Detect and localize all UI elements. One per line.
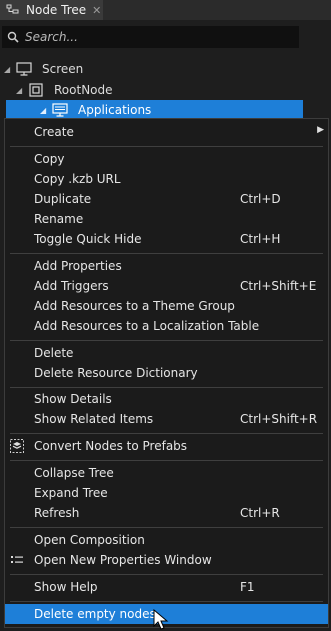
submenu-arrow-icon: ▶ [317,125,324,135]
close-icon[interactable]: ✕ [92,5,101,16]
menu-item-show-details[interactable]: Show Details [5,389,328,409]
menu-item-label: Add Triggers [34,279,109,293]
tree-node-label: Applications [78,103,152,117]
menu-item-shortcut: Ctrl+Shift+R [240,412,318,426]
menu-item-refresh[interactable]: Refresh Ctrl+R [5,503,328,523]
tree-node-label: Screen [42,62,84,76]
menu-item-add-properties[interactable]: Add Properties [5,256,328,276]
menu-item-label: Open New Properties Window [34,553,212,567]
menu-separator [10,574,323,575]
menu-item-add-resources-theme-group[interactable]: Add Resources to a Theme Group [5,296,328,316]
menu-item-label: Expand Tree [34,486,108,500]
menu-item-label: Copy .kzb URL [34,172,121,186]
search-input[interactable]: Search... [2,26,299,48]
menu-item-shortcut: Ctrl+Shift+E [240,279,317,293]
menu-separator [10,527,323,528]
menu-item-label: Show Related Items [34,412,154,426]
menu-item-label: Collapse Tree [34,466,114,480]
menu-item-convert-nodes-to-prefabs[interactable]: Convert Nodes to Prefabs [5,436,328,456]
search-icon [7,31,19,43]
tree-node-rootnode[interactable]: ◢ RootNode [16,80,113,100]
menu-separator [10,460,323,461]
menu-separator [10,433,323,434]
menu-item-label: Refresh [34,506,80,520]
menu-item-rename[interactable]: Rename [5,209,328,229]
expander-icon[interactable]: ◢ [16,86,26,95]
menu-item-label: Show Help [34,580,98,594]
menu-item-label: Show Details [34,392,112,406]
menu-item-create[interactable]: Create ▶ [5,122,328,142]
square-node-icon [29,83,43,97]
expander-icon[interactable]: ◢ [40,106,50,115]
panel-tabstrip: Node Tree ✕ [0,0,331,20]
menu-item-delete[interactable]: Delete [5,343,328,363]
menu-item-show-help[interactable]: Show Help F1 [5,577,328,597]
expander-icon[interactable]: ◢ [4,65,14,74]
node-tree-icon [6,4,19,14]
menu-item-label: Create [34,125,74,139]
menu-item-label: Copy [34,152,65,166]
menu-item-label: Add Properties [34,259,122,273]
menu-item-label: Toggle Quick Hide [34,232,142,246]
menu-item-label: Add Resources to a Theme Group [34,299,235,313]
menu-item-label: Convert Nodes to Prefabs [34,439,188,453]
menu-item-add-triggers[interactable]: Add Triggers Ctrl+Shift+E [5,276,328,296]
menu-item-label: Rename [34,212,84,226]
menu-item-toggle-quick-hide[interactable]: Toggle Quick Hide Ctrl+H [5,229,328,249]
menu-item-label: Delete Resource Dictionary [34,366,198,380]
list-icon [11,556,23,563]
menu-item-duplicate[interactable]: Duplicate Ctrl+D [5,189,328,209]
tab-node-tree[interactable]: Node Tree ✕ [0,0,103,20]
menu-separator [10,387,323,388]
menu-item-label: Add Resources to a Localization Table [34,319,260,333]
monitor-icon [52,103,68,117]
menu-separator [10,146,323,147]
monitor-icon [16,62,32,76]
menu-item-open-composition[interactable]: Open Composition [5,530,328,550]
tree-node-applications[interactable]: ◢ Applications [6,100,303,120]
context-menu: Create ▶ Copy Copy .kzb URL Duplicate Ct… [4,118,329,628]
menu-item-delete-resource-dictionary[interactable]: Delete Resource Dictionary [5,363,328,383]
tab-label: Node Tree [26,3,87,17]
menu-item-shortcut: Ctrl+D [240,192,281,206]
menu-item-shortcut: F1 [240,580,255,594]
menu-item-open-new-properties-window[interactable]: Open New Properties Window [5,550,328,570]
menu-separator [10,601,323,602]
search-placeholder: Search... [25,30,78,44]
menu-item-label: Duplicate [34,192,92,206]
menu-item-add-resources-localization-table[interactable]: Add Resources to a Localization Table [5,316,328,336]
menu-item-shortcut: Ctrl+R [240,506,280,520]
mouse-cursor-icon [153,609,169,630]
tree-node-label: RootNode [54,83,113,97]
menu-item-copy-kzb-url[interactable]: Copy .kzb URL [5,169,328,189]
menu-item-collapse-tree[interactable]: Collapse Tree [5,463,328,483]
menu-separator [10,253,323,254]
menu-item-label: Delete empty nodes [34,607,156,621]
menu-item-copy[interactable]: Copy [5,149,328,169]
tree-node-screen[interactable]: ◢ Screen [4,59,83,79]
menu-item-label: Open Composition [34,533,145,547]
menu-separator [10,340,323,341]
menu-item-shortcut: Ctrl+H [240,232,281,246]
menu-item-label: Delete [34,346,74,360]
menu-item-show-related-items[interactable]: Show Related Items Ctrl+Shift+R [5,409,328,429]
menu-item-expand-tree[interactable]: Expand Tree [5,483,328,503]
prefab-icon [10,439,24,453]
